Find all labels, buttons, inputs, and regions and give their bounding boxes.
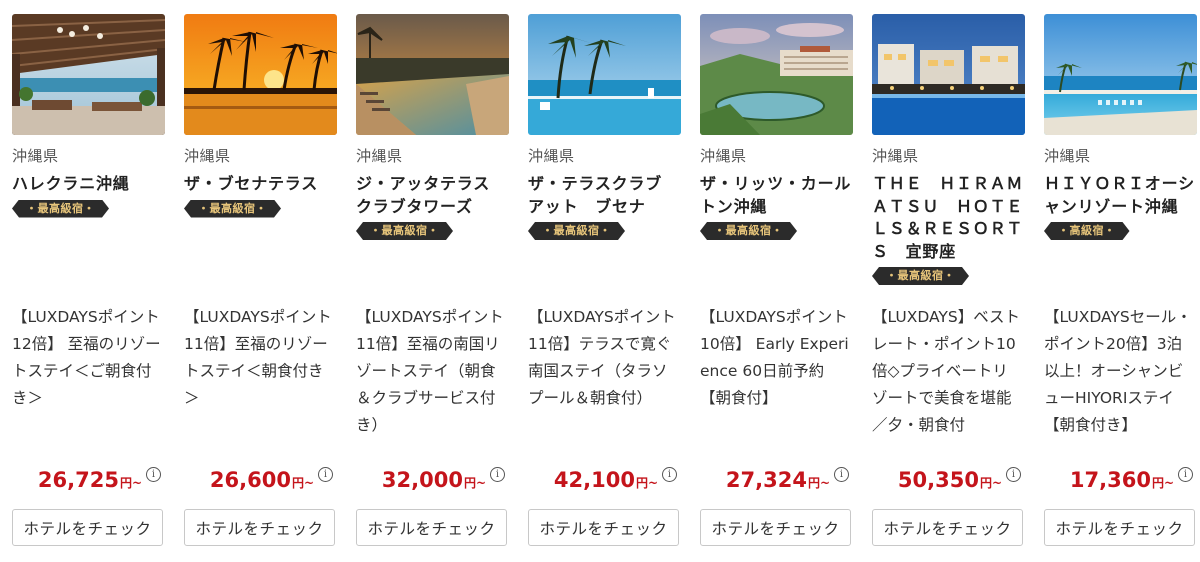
resort-lobby-photo-icon	[12, 14, 165, 135]
hotel-name[interactable]: ザ・テラスクラブ アット ブセナ	[528, 173, 681, 218]
price-row: 42,100円~ i	[553, 467, 677, 492]
price-value: 26,600	[209, 468, 291, 492]
price-value: 27,324	[725, 468, 807, 492]
rank-badge: ・最高級宿・	[700, 222, 797, 240]
plan-description[interactable]: 【LUXDAYSポイント12倍】 至福のリゾートステイ＜ご朝食付き＞	[12, 304, 162, 412]
prefecture-label: 沖縄県	[872, 147, 919, 165]
hotel-photo[interactable]	[1044, 14, 1197, 135]
rank-badge: ・最高級宿・	[12, 200, 109, 218]
hotel-name[interactable]: ザ・リッツ・カールトン沖縄	[700, 173, 853, 218]
hotel-card[interactable]: 沖縄県 ジ・アッタテラス クラブタワーズ ・最高級宿・ 【LUXDAYSポイント…	[356, 14, 509, 550]
price-row: 26,600円~ i	[209, 467, 333, 492]
price-row: 27,324円~ i	[725, 467, 849, 492]
prefecture-label: 沖縄県	[1044, 147, 1091, 165]
check-hotel-button[interactable]: ホテルをチェック	[700, 509, 851, 546]
hotel-photo[interactable]	[184, 14, 337, 135]
price-row: 26,725円~ i	[37, 467, 161, 492]
plan-description[interactable]: 【LUXDAYSポイント11倍】至福の南国リゾートステイ（朝食＆クラブサービス付…	[356, 304, 506, 439]
hotel-card[interactable]: 沖縄県 ザ・リッツ・カールトン沖縄 ・最高級宿・ 【LUXDAYSポイント10倍…	[700, 14, 853, 550]
price-value: 42,100	[553, 468, 635, 492]
hotel-card-list: 沖縄県 ハレクラニ沖縄 ・最高級宿・ 【LUXDAYSポイント12倍】 至福のリ…	[0, 0, 1200, 562]
night-pool-photo-icon	[872, 14, 1025, 135]
info-icon[interactable]: i	[1178, 467, 1193, 482]
price-row: 50,350円~ i	[897, 467, 1021, 492]
hotel-name-block: ザ・ブセナテラス ・最高級宿・	[184, 173, 337, 218]
hotel-photo[interactable]	[356, 14, 509, 135]
plan-description[interactable]: 【LUXDAYSポイント10倍】 Early Experience 60日前予約…	[700, 304, 850, 412]
info-icon[interactable]: i	[834, 467, 849, 482]
sunset-palm-photo-icon	[184, 14, 337, 135]
rank-badge: ・最高級宿・	[356, 222, 453, 240]
rank-badge: ・最高級宿・	[528, 222, 625, 240]
hotel-name-block: ＴＨＥ ＨＩＲＡＭＡＴＳＵ ＨＯＴＥＬＳ＆ＲＥＳＯＲＴＳ 宜野座 ・最高級宿・	[872, 173, 1025, 286]
price-value: 50,350	[897, 468, 979, 492]
price-value: 32,000	[381, 468, 463, 492]
price-row: 17,360円~ i	[1069, 467, 1193, 492]
ocean-pool-photo-icon	[1044, 14, 1197, 135]
prefecture-label: 沖縄県	[12, 147, 59, 165]
palm-pool-photo-icon	[528, 14, 681, 135]
prefecture-label: 沖縄県	[528, 147, 575, 165]
hotel-name[interactable]: ハレクラニ沖縄	[12, 173, 165, 196]
plan-description[interactable]: 【LUXDAYSポイント11倍】テラスで寛ぐ南国ステイ（タラソプール＆朝食付）	[528, 304, 678, 412]
prefecture-label: 沖縄県	[700, 147, 747, 165]
rank-badge: ・最高級宿・	[184, 200, 281, 218]
info-icon[interactable]: i	[1006, 467, 1021, 482]
check-hotel-button[interactable]: ホテルをチェック	[528, 509, 679, 546]
price-unit: 円~	[291, 476, 314, 490]
price-unit: 円~	[463, 476, 486, 490]
check-hotel-button[interactable]: ホテルをチェック	[184, 509, 335, 546]
info-icon[interactable]: i	[662, 467, 677, 482]
hotel-name-block: ＨＩＹＯＲＩオーシャンリゾート沖縄 ・高級宿・	[1044, 173, 1197, 241]
info-icon[interactable]: i	[490, 467, 505, 482]
hotel-photo[interactable]	[700, 14, 853, 135]
hotel-card[interactable]: 沖縄県 ザ・ブセナテラス ・最高級宿・ 【LUXDAYSポイント11倍】至福のリ…	[184, 14, 337, 550]
sunset-pool-photo-icon	[356, 14, 509, 135]
price-value: 17,360	[1069, 468, 1151, 492]
hotel-name-block: ジ・アッタテラス クラブタワーズ ・最高級宿・	[356, 173, 509, 241]
info-icon[interactable]: i	[318, 467, 333, 482]
hotel-photo[interactable]	[872, 14, 1025, 135]
hotel-card[interactable]: 沖縄県 ハレクラニ沖縄 ・最高級宿・ 【LUXDAYSポイント12倍】 至福のリ…	[12, 14, 165, 550]
price-unit: 円~	[635, 476, 658, 490]
price-unit: 円~	[1151, 476, 1174, 490]
hotel-photo[interactable]	[12, 14, 165, 135]
hotel-photo[interactable]	[528, 14, 681, 135]
plan-description[interactable]: 【LUXDAYSセール・ポイント20倍】3泊以上！オーシャンビューHIYORIス…	[1044, 304, 1194, 439]
price-unit: 円~	[119, 476, 142, 490]
prefecture-label: 沖縄県	[184, 147, 231, 165]
check-hotel-button[interactable]: ホテルをチェック	[872, 509, 1023, 546]
check-hotel-button[interactable]: ホテルをチェック	[356, 509, 507, 546]
hotel-name-block: ザ・テラスクラブ アット ブセナ ・最高級宿・	[528, 173, 681, 241]
hotel-card[interactable]: 沖縄県 ＴＨＥ ＨＩＲＡＭＡＴＳＵ ＨＯＴＥＬＳ＆ＲＥＳＯＲＴＳ 宜野座 ・最高…	[872, 14, 1025, 550]
price-row: 32,000円~ i	[381, 467, 505, 492]
hotel-name[interactable]: ＴＨＥ ＨＩＲＡＭＡＴＳＵ ＨＯＴＥＬＳ＆ＲＥＳＯＲＴＳ 宜野座	[872, 173, 1025, 263]
hotel-name[interactable]: ザ・ブセナテラス	[184, 173, 337, 196]
rank-badge: ・高級宿・	[1044, 222, 1130, 240]
price-unit: 円~	[979, 476, 1002, 490]
hotel-name[interactable]: ジ・アッタテラス クラブタワーズ	[356, 173, 509, 218]
price-unit: 円~	[807, 476, 830, 490]
hotel-name-block: ザ・リッツ・カールトン沖縄 ・最高級宿・	[700, 173, 853, 241]
price-value: 26,725	[37, 468, 119, 492]
hotel-card[interactable]: 沖縄県 ザ・テラスクラブ アット ブセナ ・最高級宿・ 【LUXDAYSポイント…	[528, 14, 681, 550]
hotel-card[interactable]: 沖縄県 ＨＩＹＯＲＩオーシャンリゾート沖縄 ・高級宿・ 【LUXDAYSセール・…	[1044, 14, 1197, 550]
prefecture-label: 沖縄県	[356, 147, 403, 165]
check-hotel-button[interactable]: ホテルをチェック	[12, 509, 163, 546]
hotel-name[interactable]: ＨＩＹＯＲＩオーシャンリゾート沖縄	[1044, 173, 1197, 218]
golf-hotel-photo-icon	[700, 14, 853, 135]
rank-badge: ・最高級宿・	[872, 267, 969, 285]
info-icon[interactable]: i	[146, 467, 161, 482]
plan-description[interactable]: 【LUXDAYSポイント11倍】至福のリゾートステイ＜朝食付き＞	[184, 304, 334, 412]
plan-description[interactable]: 【LUXDAYS】ベストレート・ポイント10倍◇プライベートリゾートで美食を堪能…	[872, 304, 1022, 439]
check-hotel-button[interactable]: ホテルをチェック	[1044, 509, 1195, 546]
hotel-name-block: ハレクラニ沖縄 ・最高級宿・	[12, 173, 165, 218]
